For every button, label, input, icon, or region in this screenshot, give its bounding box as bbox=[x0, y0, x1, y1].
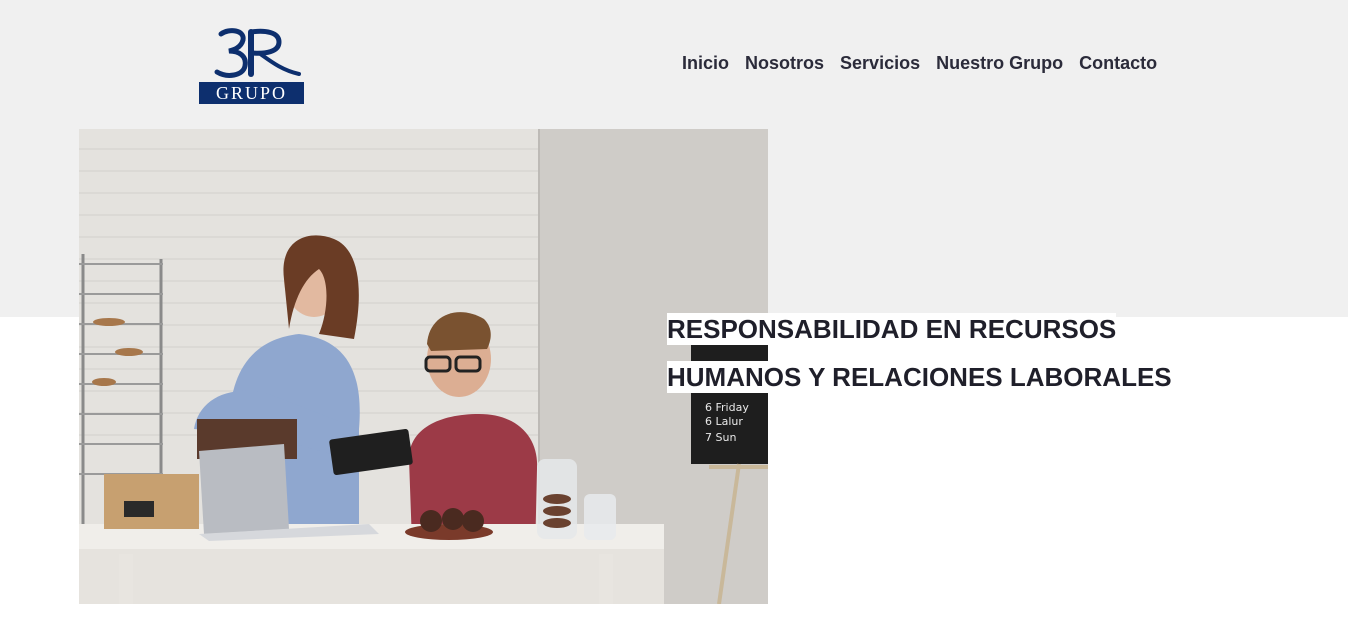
logo-mark-icon bbox=[214, 28, 301, 78]
main-nav: Inicio Nosotros Servicios Nuestro Grupo … bbox=[674, 52, 1165, 74]
hero-headline-line-1: RESPONSABILIDAD EN RECURSOS bbox=[667, 313, 1117, 345]
office-team-photo-icon: 6 Friday 6 Lalur 7 Sun bbox=[79, 129, 768, 604]
page: GRUPO Inicio Nosotros Servicios Nuestro … bbox=[0, 0, 1348, 626]
hero-headline-line-2: HUMANOS Y RELACIONES LABORALES bbox=[667, 361, 1172, 393]
hero-image: 6 Friday 6 Lalur 7 Sun bbox=[79, 129, 768, 604]
hero-headline: RESPONSABILIDAD EN RECURSOS HUMANOS Y RE… bbox=[667, 313, 1172, 409]
nav-item-nosotros[interactable]: Nosotros bbox=[737, 52, 832, 74]
svg-text:7 Sun: 7 Sun bbox=[705, 431, 736, 444]
svg-text:6 Lalur: 6 Lalur bbox=[705, 415, 743, 428]
logo[interactable]: GRUPO bbox=[199, 26, 304, 104]
nav-item-inicio[interactable]: Inicio bbox=[674, 52, 737, 74]
nav-item-contacto[interactable]: Contacto bbox=[1071, 52, 1165, 74]
logo-wordmark: GRUPO bbox=[199, 82, 304, 104]
nav-item-servicios[interactable]: Servicios bbox=[832, 52, 928, 74]
nav-item-nuestro-grupo[interactable]: Nuestro Grupo bbox=[928, 52, 1071, 74]
